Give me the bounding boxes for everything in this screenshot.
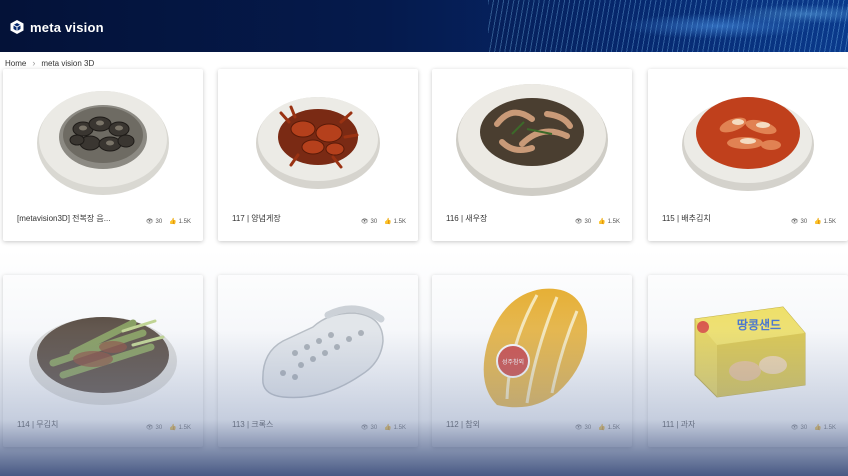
top-header: meta vision (0, 0, 848, 52)
model-grid: [metavision3D] 전복장 음... 👁 30 👍 1.5K 117 … (0, 69, 848, 476)
like-count: 1.5K (823, 218, 836, 225)
thumbs-up-icon: 👍 (598, 219, 606, 225)
model-title[interactable]: 112 | 참외 (446, 419, 480, 430)
like-count: 1.5K (607, 218, 620, 225)
thumbs-up-icon: 👍 (169, 425, 177, 431)
like-count: 1.5K (178, 424, 191, 431)
model-thumbnail-abalone (3, 69, 203, 209)
view-count: 30 (800, 218, 808, 225)
model-stats: 👁 30 👍 1.5K (360, 424, 406, 432)
thumbs-up-icon: 👍 (384, 219, 392, 225)
thumbs-up-icon: 👍 (814, 219, 822, 225)
model-card[interactable]: 117 | 양념게장 👁 30 👍 1.5K (218, 69, 418, 241)
model-thumbnail-snack-box: 땅콩샌드 (648, 275, 848, 415)
model-stats: 👁 30 👍 1.5K (360, 218, 406, 226)
model-title[interactable]: 111 | 과자 (662, 419, 695, 430)
view-count: 30 (370, 424, 378, 431)
like-count: 1.5K (607, 424, 620, 431)
thumbs-up-icon: 👍 (169, 219, 177, 225)
model-title[interactable]: 115 | 배추김치 (662, 213, 711, 224)
model-title[interactable]: 113 | 크록스 (232, 419, 273, 430)
view-count: 30 (584, 424, 592, 431)
model-stats: 👁 30 👍 1.5K (574, 218, 620, 226)
thumbs-up-icon: 👍 (814, 425, 822, 431)
model-card[interactable]: 땅콩샌드 111 | 과자 👁 30 👍 1.5K (648, 275, 848, 447)
model-stats: 👁 30 👍 1.5K (574, 424, 620, 432)
view-count: 30 (584, 218, 592, 225)
model-thumbnail-green-onion-kimchi (3, 275, 203, 415)
like-count: 1.5K (393, 218, 406, 225)
eye-icon: 👁 (790, 219, 799, 225)
thumbs-up-icon: 👍 (384, 425, 392, 431)
model-stats: 👁 30 👍 1.5K (790, 424, 836, 432)
model-thumbnail-crocs-shoe (218, 275, 418, 415)
model-title[interactable]: [metavision3D] 전복장 음... (17, 213, 110, 224)
model-card[interactable]: 116 | 새우장 👁 30 👍 1.5K (432, 69, 632, 241)
eye-icon: 👁 (574, 219, 583, 225)
eye-icon: 👁 (145, 425, 154, 431)
breadcrumb: Home › meta vision 3D (5, 58, 94, 68)
model-stats: 👁 30 👍 1.5K (145, 218, 191, 226)
thumbs-up-icon: 👍 (598, 425, 606, 431)
model-stats: 👁 30 👍 1.5K (145, 424, 191, 432)
model-thumbnail-crab (218, 69, 418, 209)
like-count: 1.5K (178, 218, 191, 225)
eye-icon: 👁 (145, 219, 154, 225)
logo[interactable]: meta vision (9, 19, 104, 35)
snack-box-label: 땅콩샌드 (737, 317, 781, 332)
view-count: 30 (155, 424, 163, 431)
eye-icon: 👁 (574, 425, 583, 431)
like-count: 1.5K (823, 424, 836, 431)
model-title[interactable]: 117 | 양념게장 (232, 213, 281, 224)
model-card[interactable]: 성주참외 112 | 참외 👁 30 👍 1.5K (432, 275, 632, 447)
model-thumbnail-korean-melon: 성주참외 (432, 275, 632, 415)
model-card[interactable]: 115 | 배추김치 👁 30 👍 1.5K (648, 69, 848, 241)
eye-icon: 👁 (790, 425, 799, 431)
breadcrumb-home[interactable]: Home (5, 59, 26, 68)
model-thumbnail-kimchi (648, 69, 848, 209)
model-card[interactable]: [metavision3D] 전복장 음... 👁 30 👍 1.5K (3, 69, 203, 241)
eye-icon: 👁 (360, 219, 369, 225)
like-count: 1.5K (393, 424, 406, 431)
melon-sticker-text: 성주참외 (502, 358, 524, 366)
view-count: 30 (800, 424, 808, 431)
cube-icon (10, 20, 24, 34)
model-card[interactable]: 113 | 크록스 👁 30 👍 1.5K (218, 275, 418, 447)
view-count: 30 (155, 218, 163, 225)
chevron-right-icon: › (32, 58, 36, 68)
model-card[interactable]: 114 | 무김치 👁 30 👍 1.5K (3, 275, 203, 447)
breadcrumb-current: meta vision 3D (41, 58, 95, 68)
eye-icon: 👁 (360, 425, 369, 431)
header-background-pattern (488, 0, 848, 52)
view-count: 30 (370, 218, 378, 225)
model-thumbnail-shrimp (432, 69, 632, 209)
model-title[interactable]: 116 | 새우장 (446, 213, 487, 224)
logo-text: meta vision (30, 19, 104, 35)
model-stats: 👁 30 👍 1.5K (790, 218, 836, 226)
model-title[interactable]: 114 | 무김치 (17, 419, 58, 430)
